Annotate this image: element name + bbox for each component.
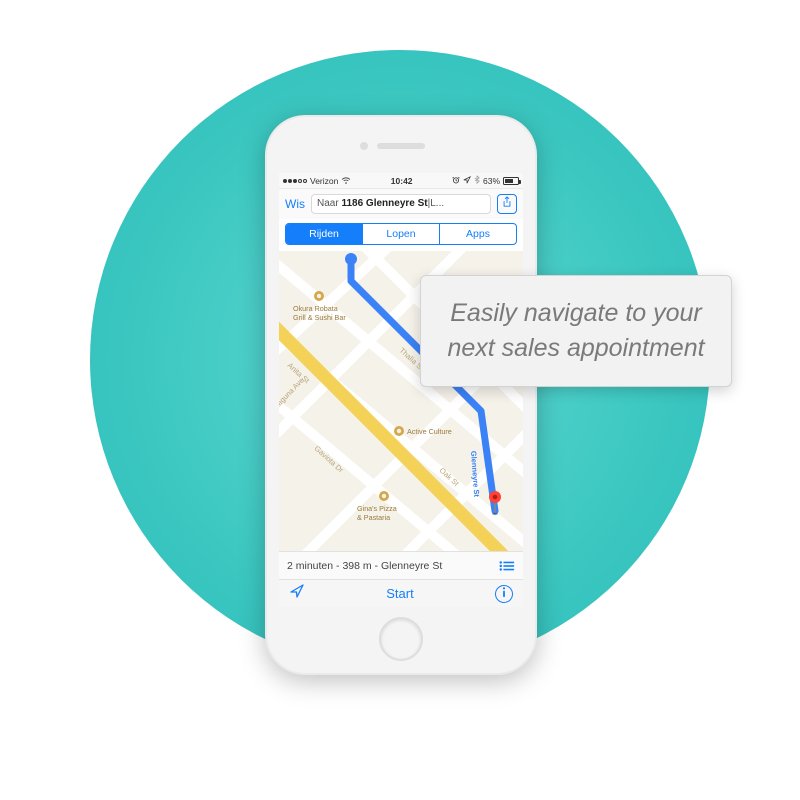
phone-camera-dot [360, 142, 368, 150]
info-button[interactable] [495, 585, 513, 603]
poi-label: Grill & Sushi Bar [293, 313, 346, 322]
navigation-arrow-icon [289, 586, 305, 603]
wifi-icon [341, 177, 351, 185]
search-field[interactable]: Naar 1186 Glenneyre St|L... [311, 194, 491, 214]
phone-frame: Verizon 10:42 63% [265, 115, 537, 675]
battery-icon [503, 177, 519, 185]
locate-me-button[interactable] [289, 583, 305, 604]
segment-lopen[interactable]: Lopen [363, 224, 440, 244]
status-time: 10:42 [351, 176, 452, 186]
segment-apps[interactable]: Apps [440, 224, 516, 244]
back-button[interactable]: Wis [285, 197, 305, 211]
phone-speaker [377, 143, 425, 149]
signal-strength-icon [283, 179, 307, 183]
start-navigation-button[interactable]: Start [386, 586, 413, 601]
poi-label: Active Culture [407, 427, 452, 436]
status-left: Verizon [283, 176, 351, 186]
search-address: 1186 Glenneyre St [341, 198, 427, 209]
status-right: 63% [452, 175, 519, 186]
poi-label: Gina's Pizza [357, 504, 397, 513]
info-icon [502, 585, 506, 603]
share-icon [502, 195, 512, 213]
carrier-label: Verizon [310, 176, 338, 186]
battery-percent: 63% [483, 176, 500, 186]
bluetooth-icon [474, 175, 480, 186]
callout-text: Easily navigate to your next sales appoi… [447, 299, 704, 362]
bottom-toolbar: Start [279, 579, 523, 607]
feature-callout: Easily navigate to your next sales appoi… [420, 275, 732, 387]
directions-list-button[interactable] [499, 560, 515, 572]
search-suffix: |L... [428, 198, 445, 209]
status-bar: Verizon 10:42 63% [279, 173, 523, 189]
segment-rijden[interactable]: Rijden [286, 224, 363, 244]
search-prefix: Naar [317, 198, 341, 209]
alarm-icon [452, 176, 460, 186]
poi-label: & Pastaria [357, 513, 390, 522]
location-status-icon [463, 176, 471, 186]
list-icon [499, 560, 515, 572]
poi-label: Okura Robata [293, 304, 338, 313]
route-summary-text: 2 minuten - 398 m - Glenneyre St [287, 560, 442, 572]
share-button[interactable] [497, 194, 517, 214]
route-summary-bar: 2 minuten - 398 m - Glenneyre St [279, 551, 523, 579]
phone-screen: Verizon 10:42 63% [279, 173, 523, 607]
home-button[interactable] [379, 617, 423, 661]
transport-segmented-control: Rijden Lopen Apps [285, 223, 517, 245]
nav-row: Wis Naar 1186 Glenneyre St|L... [279, 189, 523, 219]
